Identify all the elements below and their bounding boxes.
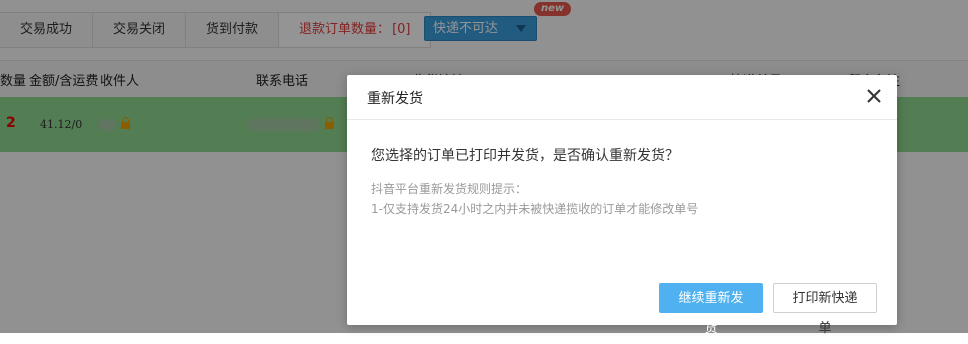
hint-rule: 1-仅支持发货24小时之内并未被快递揽收的订单才能修改单号 xyxy=(371,202,699,216)
confirm-question: 您选择的订单已打印并发货，是否确认重新发货？ xyxy=(371,148,679,164)
dialog-title: 重新发货 xyxy=(367,91,423,107)
hint-title: 抖音平台重新发货规则提示： xyxy=(371,182,528,196)
rule-hint: 抖音平台重新发货规则提示： 1-仅支持发货24小时之内并未被快递揽收的订单才能修… xyxy=(371,179,877,219)
dialog-body: 您选择的订单已打印并发货，是否确认重新发货？ 抖音平台重新发货规则提示： 1-仅… xyxy=(371,145,877,219)
dialog-header: 重新发货 xyxy=(347,75,897,120)
continue-reship-button[interactable]: 继续重新发货 xyxy=(659,283,763,336)
print-new-waybill-button[interactable]: 打印新快递单 xyxy=(773,283,877,336)
close-icon[interactable] xyxy=(865,87,883,105)
reship-dialog: 重新发货 您选择的订单已打印并发货，是否确认重新发货？ 抖音平台重新发货规则提示… xyxy=(347,75,897,336)
